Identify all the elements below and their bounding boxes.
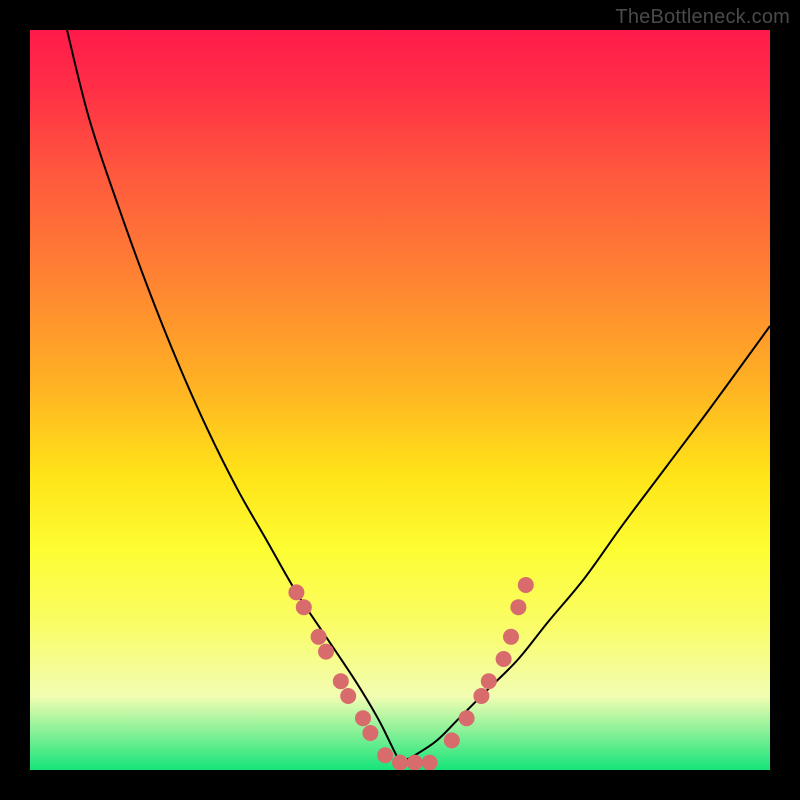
data-point <box>392 755 408 770</box>
data-point <box>333 673 349 689</box>
chart-frame: TheBottleneck.com <box>0 0 800 800</box>
data-point <box>510 599 526 615</box>
data-point <box>296 599 312 615</box>
data-point <box>288 584 304 600</box>
bottleneck-curve <box>30 30 770 770</box>
plot-area <box>30 30 770 770</box>
data-point <box>503 629 519 645</box>
data-point <box>481 673 497 689</box>
data-point <box>444 732 460 748</box>
data-point <box>311 629 327 645</box>
data-point <box>362 725 378 741</box>
data-point <box>318 644 334 660</box>
data-point <box>422 755 438 770</box>
data-point <box>496 651 512 667</box>
data-point <box>355 710 371 726</box>
curve-left-branch <box>67 30 400 763</box>
data-point <box>518 577 534 593</box>
data-point <box>473 688 489 704</box>
data-point <box>459 710 475 726</box>
data-point <box>407 755 423 770</box>
watermark-text: TheBottleneck.com <box>615 6 790 29</box>
curve-right-branch <box>400 326 770 763</box>
data-point <box>377 747 393 763</box>
data-point <box>340 688 356 704</box>
